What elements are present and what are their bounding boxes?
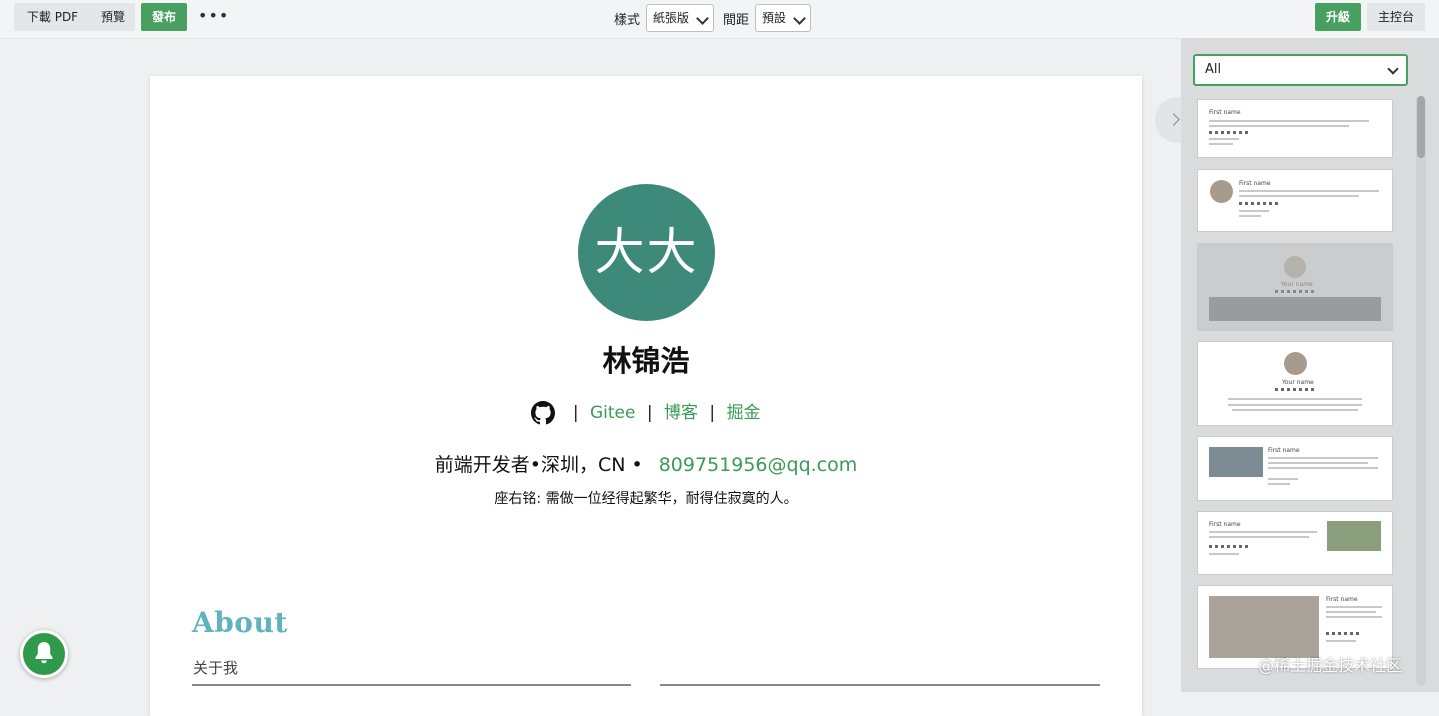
blog-link[interactable]: 博客 — [664, 403, 698, 423]
publish-button[interactable]: 發布 — [141, 3, 187, 31]
thumbnail-line — [1326, 611, 1376, 613]
thumbnail-line — [1268, 457, 1378, 459]
thumbnail-avatar — [1210, 180, 1233, 203]
thumbnail-line — [1209, 125, 1349, 127]
download-pdf-button[interactable]: 下載 PDF — [14, 3, 91, 31]
chevron-down-icon — [793, 12, 806, 25]
resume-page: 大大 林锦浩 | Gitee | 博客 | 掘金 前端开发者•深圳，CN • 8… — [150, 76, 1142, 716]
notification-bell-button[interactable] — [20, 630, 68, 678]
thumbnail-line — [1209, 138, 1239, 140]
link-separator: | — [709, 403, 716, 423]
template-thumbnail[interactable]: First name — [1198, 100, 1392, 157]
template-name: First name — [1239, 180, 1271, 187]
thumbnail-line — [1268, 467, 1378, 469]
thumbnail-line — [1268, 483, 1290, 485]
social-icons — [1275, 388, 1315, 391]
template-name: Your name — [1281, 281, 1313, 288]
social-icons — [1275, 290, 1315, 293]
template-name: Your name — [1282, 379, 1314, 386]
template-name: First name — [1326, 596, 1358, 603]
spacing-label: 間距 — [723, 13, 750, 28]
thumbnail-avatar — [1284, 352, 1307, 375]
about-subheading: 关于我 — [193, 659, 239, 677]
thumbnail-line — [1326, 640, 1356, 642]
thumbnail-line — [1239, 195, 1359, 197]
template-thumbnail[interactable]: First name — [1198, 437, 1392, 500]
thumbnail-photo — [1327, 521, 1381, 551]
thumbnail-line — [1228, 404, 1362, 406]
section-divider — [192, 684, 631, 686]
thumbnail-line — [1268, 478, 1298, 480]
spacing-select[interactable]: 預設 — [755, 4, 811, 32]
thumbnail-avatar — [1284, 256, 1306, 278]
job-location: 前端开发者•深圳，CN • — [434, 454, 643, 476]
bell-icon — [35, 642, 53, 664]
gitee-link[interactable]: Gitee — [590, 403, 635, 423]
thumbnail-line — [1268, 462, 1368, 464]
thumbnail-photo — [1209, 447, 1263, 477]
juejin-link[interactable]: 掘金 — [727, 403, 761, 423]
thumbnail-line — [1209, 531, 1317, 533]
style-select[interactable]: 紙張版 — [646, 4, 714, 32]
template-sidebar: All First name First name Your name Your… — [1181, 38, 1439, 692]
top-toolbar: 下載 PDF 預覽 發布 ••• 樣式 紙張版 間距 預設 升級 主控台 — [0, 0, 1439, 39]
thumbnail-line — [1209, 143, 1233, 145]
thumbnail-line — [1239, 215, 1261, 217]
template-thumbnail[interactable]: First name — [1198, 512, 1392, 574]
contact-info: 前端开发者•深圳，CN • 809751956@qq.com — [150, 450, 1142, 477]
section-divider — [660, 684, 1100, 686]
style-label: 樣式 — [614, 13, 641, 28]
resume-name: 林锦浩 — [602, 344, 690, 378]
template-name: First name — [1268, 447, 1300, 454]
link-separator: | — [646, 403, 653, 423]
template-thumbnail[interactable]: First name — [1198, 170, 1392, 231]
social-icons — [1209, 545, 1249, 548]
thumbnail-line — [1239, 190, 1379, 192]
watermark: @稀土掘金技术社区 — [1258, 656, 1403, 675]
thumbnail-line — [1228, 398, 1362, 400]
thumbnail-line — [1209, 120, 1369, 122]
thumbnail-banner — [1209, 297, 1381, 321]
scrollbar-thumb[interactable] — [1417, 96, 1425, 158]
chevron-down-icon — [1387, 63, 1399, 75]
scrollbar-track[interactable] — [1416, 96, 1426, 686]
preview-button[interactable]: 預覽 — [91, 3, 135, 31]
avatar: 大大 — [578, 184, 715, 321]
style-select-value: 紙張版 — [653, 11, 690, 25]
upgrade-button[interactable]: 升級 — [1315, 3, 1361, 31]
social-icons — [1326, 632, 1362, 635]
chevron-right-icon — [1167, 113, 1180, 126]
thumbnail-line — [1326, 606, 1382, 608]
social-icons — [1239, 202, 1279, 205]
thumbnail-line — [1209, 536, 1309, 538]
link-separator: | — [572, 403, 579, 423]
thumbnail-line — [1209, 553, 1239, 555]
thumbnail-line — [1239, 210, 1269, 212]
github-icon[interactable] — [531, 401, 556, 425]
template-thumbnail[interactable]: Your name — [1198, 244, 1392, 330]
motto: 座右铭: 需做一位经得起繁华，耐得住寂寞的人。 — [494, 491, 798, 507]
template-thumbnail[interactable]: Your name — [1198, 342, 1392, 425]
thumbnail-line — [1232, 409, 1358, 411]
about-heading: About — [192, 606, 288, 639]
thumbnail-photo — [1209, 596, 1319, 658]
profile-links: | Gitee | 博客 | 掘金 — [150, 398, 1142, 425]
social-icons — [1209, 131, 1249, 134]
spacing-select-value: 預設 — [762, 11, 787, 25]
template-filter-value: All — [1205, 62, 1222, 77]
template-name: First name — [1209, 109, 1241, 116]
template-name: First name — [1209, 521, 1241, 528]
template-filter-select[interactable]: All — [1193, 54, 1408, 86]
email-link[interactable]: 809751956@qq.com — [659, 454, 858, 476]
chevron-down-icon — [696, 12, 709, 25]
thumbnail-line — [1326, 616, 1382, 618]
dashboard-button[interactable]: 主控台 — [1367, 3, 1425, 31]
more-options-icon[interactable]: ••• — [198, 6, 229, 26]
